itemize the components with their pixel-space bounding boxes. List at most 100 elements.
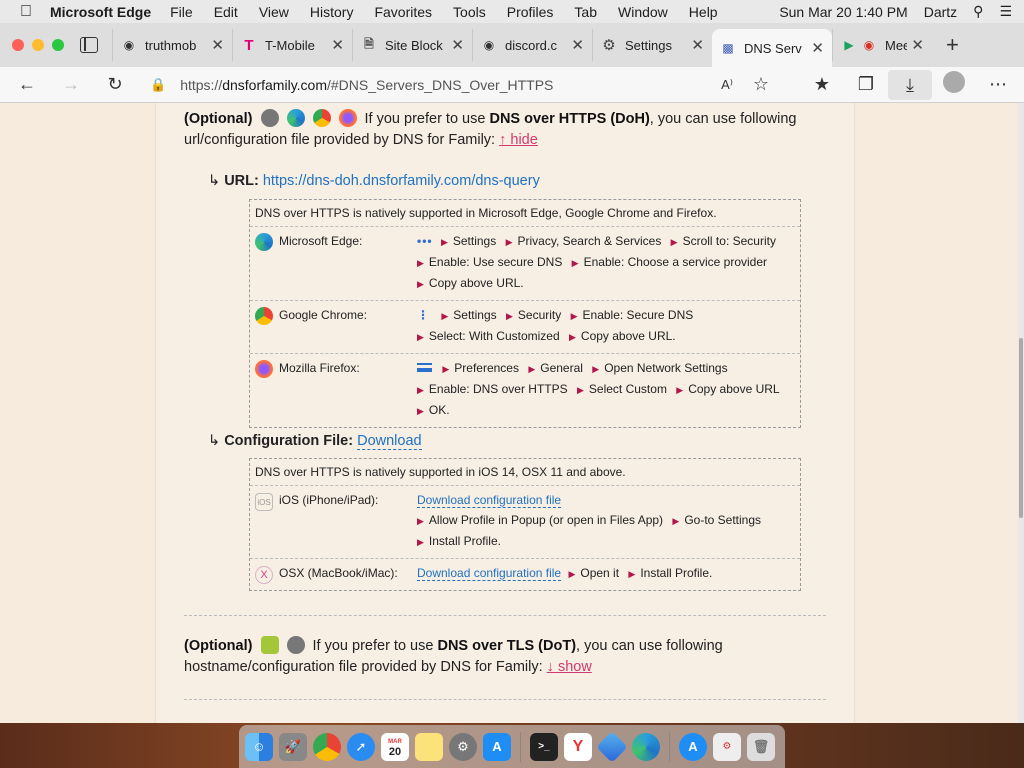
yandex-icon[interactable]: Y	[564, 732, 592, 761]
back-icon[interactable]: ←	[10, 74, 44, 95]
gear-icon: ⚙	[602, 37, 616, 54]
doh-url-link[interactable]: https://dns-doh.dnsforfamily.com/dns-que…	[263, 173, 540, 189]
add-favorite-icon[interactable]: ☆	[744, 74, 778, 95]
more-dots-icon: •••	[417, 234, 433, 248]
more-options-icon[interactable]: ⋯	[976, 74, 1020, 95]
edge-icon[interactable]	[632, 732, 660, 761]
hide-link[interactable]: ↑ hide	[499, 132, 538, 148]
return-arrow-icon: ↳	[208, 173, 221, 189]
tab-tmobile[interactable]: T T-Mobile ✕	[232, 29, 352, 61]
menu-tab[interactable]: Tab	[574, 4, 597, 20]
tab-actions-icon[interactable]	[80, 37, 98, 53]
dot-bold: DNS over TLS (DoT)	[437, 638, 577, 654]
show-link[interactable]: ↓ show	[547, 659, 592, 675]
apple-icon[interactable]: 	[20, 3, 36, 21]
tab-settings[interactable]: ⚙ Settings ✕	[592, 29, 712, 61]
lock-icon[interactable]: 🔒	[150, 77, 166, 93]
close-tab-icon[interactable]: ✕	[811, 39, 824, 57]
favorites-icon[interactable]: ★	[800, 74, 844, 95]
arrow-icon: ▶	[676, 385, 684, 395]
chrome-row: Google Chrome: ⋮ ▶ Settings ▶ Security ▶ En…	[250, 301, 800, 354]
browser-name-cell: Mozilla Firefox:	[255, 360, 417, 421]
scrollbar-thumb[interactable]	[1019, 338, 1023, 518]
control-center-icon[interactable]: ☰	[999, 3, 1012, 20]
system-preferences-icon[interactable]: ⚙	[449, 732, 477, 761]
tab-label: DNS Serv	[744, 40, 802, 56]
step: OK.	[428, 403, 450, 417]
osx-steps: Download configuration file ▶ Open it ▶ In…	[417, 563, 795, 584]
close-window-button[interactable]	[12, 39, 24, 51]
osx-download-link[interactable]: Download configuration file	[417, 566, 562, 581]
trash-icon[interactable]: 🗑	[747, 732, 775, 761]
ios-steps: Download configuration file ▶ Allow Profi…	[417, 490, 795, 552]
menu-tools[interactable]: Tools	[453, 4, 486, 20]
profile-icon[interactable]	[932, 71, 976, 98]
config-row: ↳ Configuration File: Download	[208, 433, 422, 450]
content-column: (Optional) If you prefer to use DNS over…	[155, 103, 855, 723]
arrow-icon: ▶	[417, 516, 424, 526]
downloads-icon[interactable]: ⤓	[888, 69, 932, 100]
menu-file[interactable]: File	[170, 4, 193, 20]
tab-meet[interactable]: ▶ ◉ Mee ✕	[832, 29, 932, 61]
clock[interactable]: Sun Mar 20 1:40 PM	[779, 4, 907, 20]
dot-intro: (Optional) If you prefer to use DNS over…	[184, 636, 814, 678]
tab-strip: ◉ truthmob ✕ T T-Mobile ✕ 🗎 Site Block ✕…	[0, 23, 1024, 67]
doh-text-before: If you prefer to use	[364, 111, 486, 127]
menu-window[interactable]: Window	[618, 4, 668, 20]
terminal-icon[interactable]: >_	[530, 732, 558, 761]
tab-truthmob[interactable]: ◉ truthmob ✕	[112, 29, 232, 61]
ios-row: iOS iOS (iPhone/iPad): Download configur…	[250, 486, 800, 559]
step: Install Profile.	[640, 566, 713, 580]
edge-dev-icon[interactable]	[596, 730, 628, 763]
tab-dns-servers[interactable]: ▩ DNS Serv ✕	[712, 29, 832, 67]
tab-discord[interactable]: ◉ discord.c ✕	[472, 29, 592, 61]
spotlight-icon[interactable]: ⚲	[973, 3, 983, 20]
refresh-icon[interactable]: ↻	[98, 74, 132, 95]
arrow-icon: ▶	[528, 364, 536, 374]
menu-history[interactable]: History	[310, 4, 354, 20]
notes-icon[interactable]	[415, 732, 443, 761]
config-file-icon[interactable]: ⚙	[713, 732, 741, 761]
app-store-icon[interactable]: A	[679, 732, 707, 761]
hamburger-menu-icon	[417, 363, 432, 372]
close-tab-icon[interactable]: ✕	[911, 36, 924, 54]
finder-icon[interactable]: ☺	[245, 732, 273, 761]
close-tab-icon[interactable]: ✕	[451, 36, 464, 54]
calendar-icon[interactable]: MAR 20	[381, 732, 409, 761]
close-tab-icon[interactable]: ✕	[571, 36, 584, 54]
chrome-icon[interactable]	[313, 732, 341, 761]
safari-icon[interactable]: ➚	[347, 732, 375, 761]
zoom-window-button[interactable]	[52, 39, 64, 51]
url-text[interactable]: https://dnsforfamily.com/#DNS_Servers_DN…	[180, 77, 553, 93]
menu-edit[interactable]: Edit	[214, 4, 238, 20]
ios-download-link[interactable]: Download configuration file	[417, 493, 562, 508]
read-aloud-icon[interactable]: A⁾	[710, 77, 744, 93]
app-store-icon[interactable]: A	[483, 732, 511, 761]
close-tab-icon[interactable]: ✕	[691, 36, 704, 54]
menu-help[interactable]: Help	[689, 4, 718, 20]
dock-separator	[520, 731, 521, 762]
collections-icon[interactable]: ❐	[844, 74, 888, 95]
step: Settings	[452, 234, 497, 248]
forward-icon[interactable]: →	[54, 74, 88, 95]
tab-site-block[interactable]: 🗎 Site Block ✕	[352, 29, 472, 61]
new-tab-icon[interactable]: +	[946, 32, 959, 58]
vertical-dots-icon: ⋮	[417, 308, 429, 322]
doh-intro: (Optional) If you prefer to use DNS over…	[184, 109, 814, 151]
menu-profiles[interactable]: Profiles	[507, 4, 554, 20]
minimize-window-button[interactable]	[32, 39, 44, 51]
menu-view[interactable]: View	[259, 4, 289, 20]
launchpad-icon[interactable]: 🚀	[279, 732, 307, 761]
app-name[interactable]: Microsoft Edge	[50, 4, 151, 20]
close-tab-icon[interactable]: ✕	[211, 36, 224, 54]
page-scrollbar[interactable]	[1018, 103, 1024, 723]
arrow-icon: ▶	[505, 311, 513, 321]
edge-row: Microsoft Edge: ••• ▶ Settings ▶ Privacy, …	[250, 227, 800, 301]
close-tab-icon[interactable]: ✕	[331, 36, 344, 54]
user-name[interactable]: Dartz	[924, 4, 957, 20]
menu-favorites[interactable]: Favorites	[374, 4, 432, 20]
download-link[interactable]: Download	[357, 433, 422, 450]
address-bar[interactable]: 🔒 https://dnsforfamily.com/#DNS_Servers_…	[150, 69, 710, 100]
toolbar-right: ★ ❐ ⤓ ⋯	[800, 69, 1020, 100]
apple-os-icon	[260, 109, 279, 127]
